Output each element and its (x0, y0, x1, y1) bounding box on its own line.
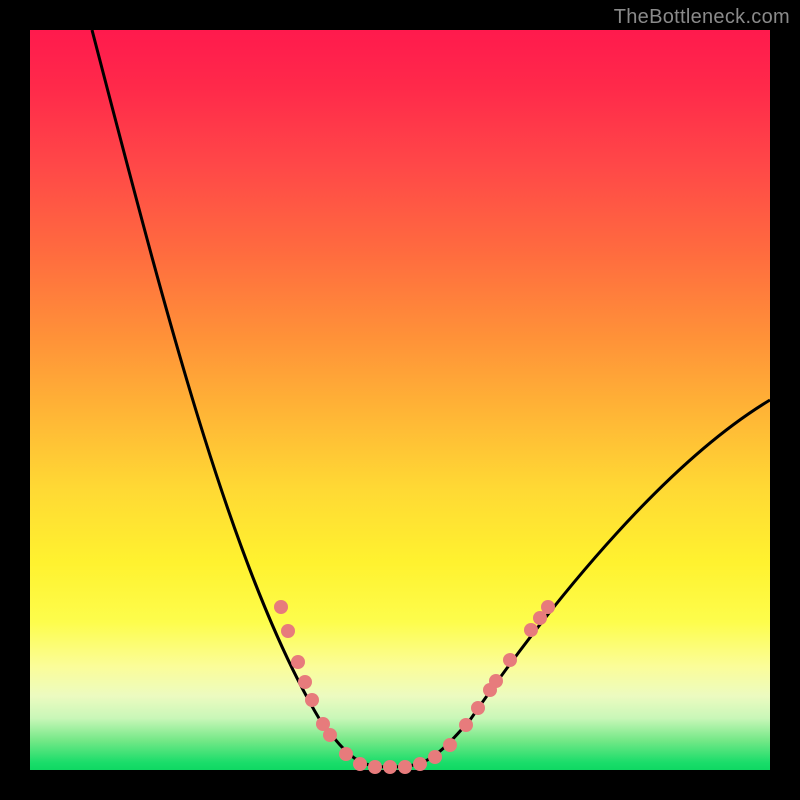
curve-marker (524, 623, 538, 637)
curve-marker (443, 738, 457, 752)
curve-marker (383, 760, 397, 774)
curve-marker (323, 728, 337, 742)
chart-svg (30, 30, 770, 770)
curve-marker (459, 718, 473, 732)
marker-group (274, 600, 555, 774)
curve-marker (281, 624, 295, 638)
curve-marker (291, 655, 305, 669)
curve-marker (413, 757, 427, 771)
chart-plot-area (30, 30, 770, 770)
curve-marker (489, 674, 503, 688)
curve-marker (298, 675, 312, 689)
bottleneck-curve (92, 30, 770, 767)
curve-marker (428, 750, 442, 764)
curve-marker (503, 653, 517, 667)
curve-marker (274, 600, 288, 614)
chart-frame: TheBottleneck.com (0, 0, 800, 800)
curve-marker (398, 760, 412, 774)
curve-marker (471, 701, 485, 715)
curve-marker (353, 757, 367, 771)
watermark-text: TheBottleneck.com (614, 6, 790, 29)
curve-marker (305, 693, 319, 707)
curve-marker (339, 747, 353, 761)
curve-marker (541, 600, 555, 614)
curve-marker (368, 760, 382, 774)
